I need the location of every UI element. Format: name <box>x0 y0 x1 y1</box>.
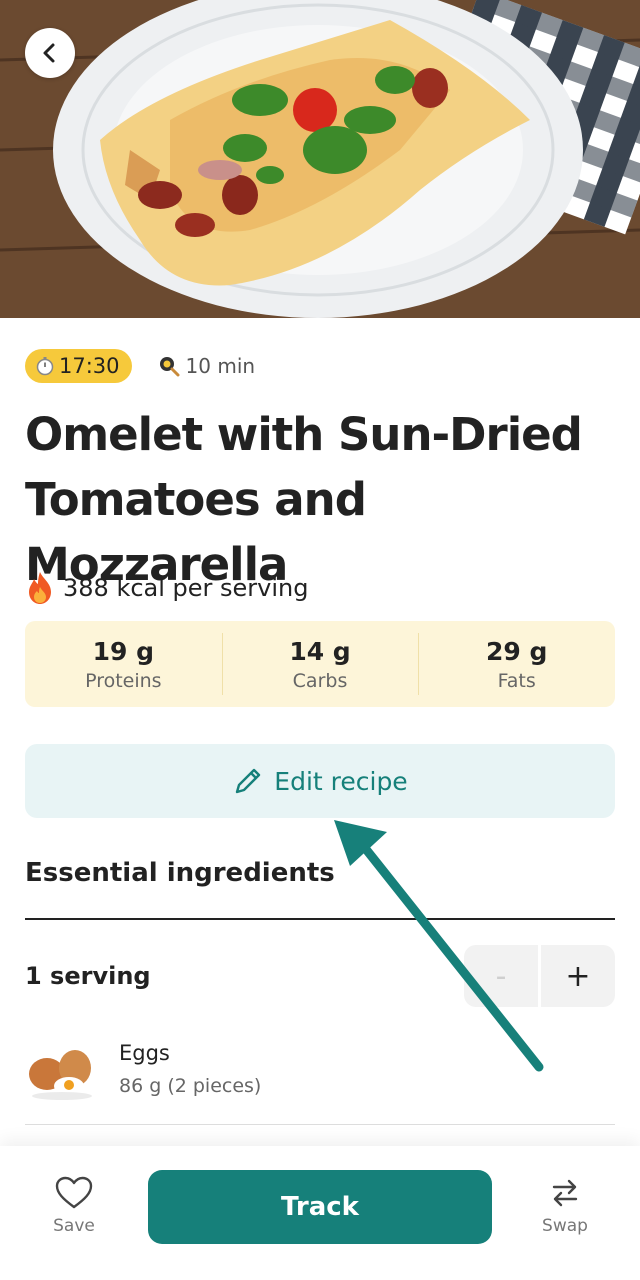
decrease-serving-button[interactable]: - <box>464 945 538 1007</box>
calories-text: 388 kcal per serving <box>63 574 309 602</box>
recipe-meta-row: 17:30 10 min <box>25 349 255 383</box>
meal-time-badge: 17:30 <box>25 349 132 383</box>
macro-value: 14 g <box>289 636 351 666</box>
swap-icon <box>552 1179 578 1207</box>
divider <box>25 1124 615 1125</box>
macro-fats: 29 g Fats <box>418 621 615 707</box>
ingredients-title: Essential ingredients <box>25 858 335 888</box>
macro-value: 29 g <box>485 636 548 666</box>
swap-label: Swap <box>542 1216 588 1236</box>
macro-proteins: 19 g Proteins <box>25 621 222 707</box>
bottom-action-bar: Save Track Swap <box>0 1146 640 1280</box>
calories-row: 388 kcal per serving <box>25 568 308 608</box>
macros-panel: 19 g Proteins 14 g Carbs 29 g Fats <box>25 621 615 707</box>
macro-label: Carbs <box>292 669 348 692</box>
increase-serving-button[interactable]: + <box>541 945 615 1007</box>
ingredient-quantity: 86 g (2 pieces) <box>119 1075 262 1097</box>
duration-text: 10 min <box>185 354 256 378</box>
serving-row: 1 serving - + <box>25 945 615 1007</box>
macro-label: Proteins <box>85 669 162 692</box>
track-label: Track <box>281 1192 359 1222</box>
chevron-left-icon <box>43 43 55 63</box>
macro-label: Fats <box>497 669 536 692</box>
macro-carbs: 14 g Carbs <box>221 621 419 707</box>
track-button[interactable]: Track <box>148 1170 492 1244</box>
edit-recipe-label: Edit recipe <box>274 766 408 796</box>
serving-count: 1 serving <box>25 962 151 990</box>
edit-recipe-button[interactable]: Edit recipe <box>25 744 615 818</box>
divider <box>25 918 615 920</box>
save-label: Save <box>53 1216 95 1236</box>
meal-time-text: 17:30 <box>59 354 120 378</box>
omelet-photo <box>0 0 640 318</box>
recipe-hero-image <box>0 0 640 318</box>
eggs-image <box>29 1050 92 1100</box>
frying-pan-icon <box>159 357 180 377</box>
recipe-title-line1: Omelet with Sun-Dried <box>25 408 583 461</box>
serving-stepper: - + <box>464 945 615 1007</box>
save-button[interactable]: Save <box>24 1176 124 1236</box>
pencil-icon <box>236 768 261 794</box>
fire-icon <box>29 572 51 604</box>
heart-icon <box>55 1176 93 1209</box>
stopwatch-icon <box>36 357 54 376</box>
ingredient-name: Eggs <box>119 1041 170 1065</box>
macro-value: 19 g <box>92 636 155 666</box>
swap-button[interactable]: Swap <box>515 1176 615 1236</box>
back-button[interactable] <box>25 28 75 78</box>
cook-duration: 10 min <box>158 354 256 378</box>
ingredient-item[interactable]: Eggs 86 g (2 pieces) <box>25 1034 615 1104</box>
